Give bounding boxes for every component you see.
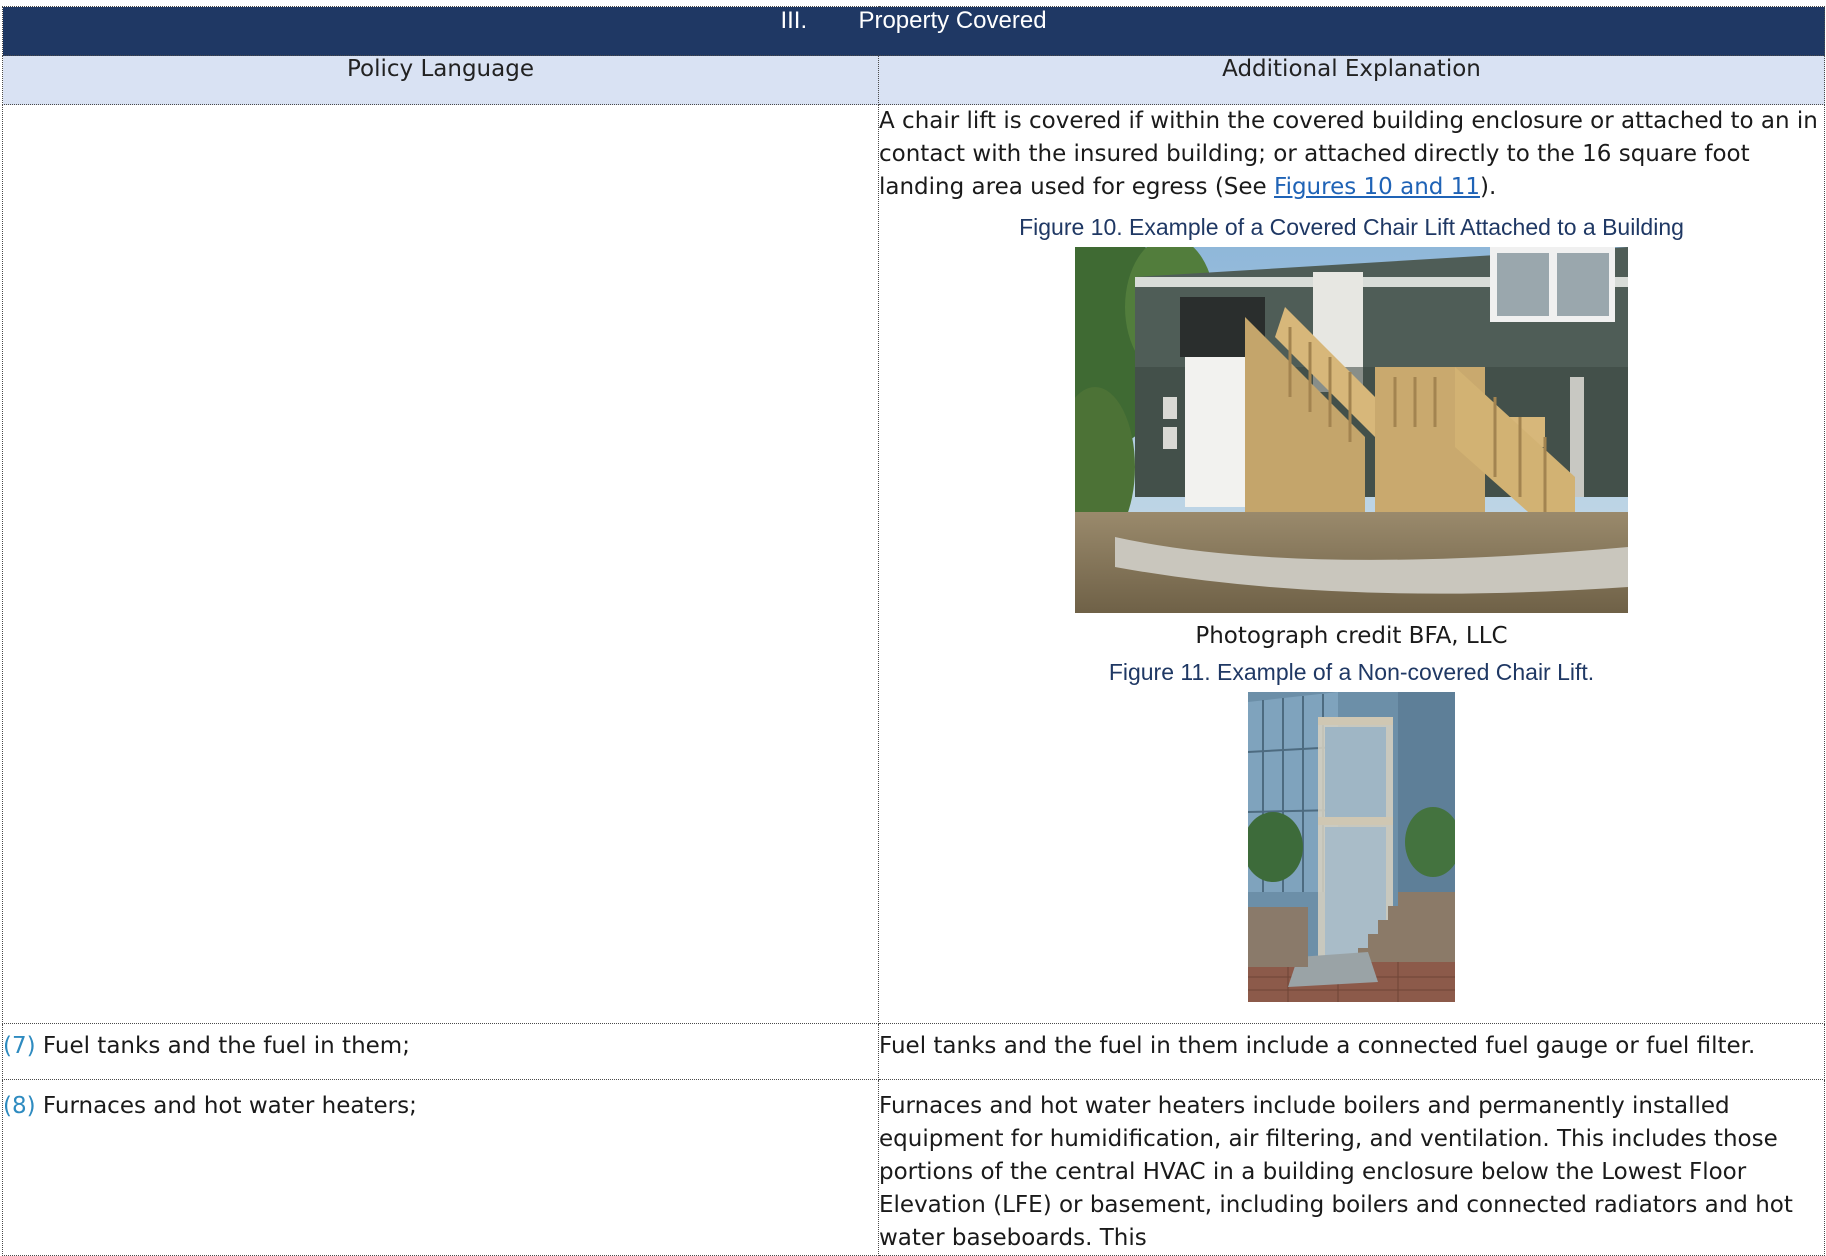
explanation-cell-fuel: Fuel tanks and the fuel in them include … [878,1023,1825,1080]
item-number-8: (8) [3,1093,36,1119]
policy-text-fuel: Fuel tanks and the fuel in them; [42,1033,410,1059]
figure-10-title: Figure 10. Example of a Covered Chair Li… [1019,214,1684,240]
photo-credit: Photograph credit BFA, LLC [1195,623,1508,649]
document-page: III. Property Covered Policy Language Ad… [0,0,1826,1256]
column-header-policy: Policy Language [2,55,879,105]
table-row: (7) Fuel tanks and the fuel in them; Fue… [2,1023,1825,1080]
section-title: Property Covered [858,7,1047,34]
explanation-cell-furnace: Furnaces and hot water heaters include b… [878,1079,1825,1256]
figure-11-photo [1248,692,1455,1002]
section-number: III. [780,7,808,34]
policy-cell-fuel: (7) Fuel tanks and the fuel in them; [2,1023,879,1080]
figure-10-photo [1075,247,1628,613]
item-number-7: (7) [3,1033,36,1059]
table-row: A chair lift is covered if within the co… [2,104,1825,1024]
table-row: (8) Furnaces and hot water heaters; Furn… [2,1079,1825,1256]
section-header: III. Property Covered [2,6,1825,56]
figure-11-title: Figure 11. Example of a Non-covered Chai… [1108,659,1595,685]
policy-cell-furnace: (8) Furnaces and hot water heaters; [2,1079,879,1256]
policy-text-furnace: Furnaces and hot water heaters; [42,1093,417,1119]
explanation-cell: A chair lift is covered if within the co… [878,104,1825,1024]
chair-lift-text-end: ). [1479,174,1497,200]
section-header-row: III. Property Covered [2,6,1825,56]
policy-cell-empty [2,104,879,1024]
column-header-explanation: Additional Explanation [878,55,1825,105]
property-covered-table: III. Property Covered Policy Language Ad… [2,6,1825,1256]
column-header-row: Policy Language Additional Explanation [2,55,1825,105]
chair-lift-paragraph: A chair lift is covered if within the co… [879,105,1824,204]
figures-link[interactable]: Figures 10 and 11 [1274,174,1480,200]
